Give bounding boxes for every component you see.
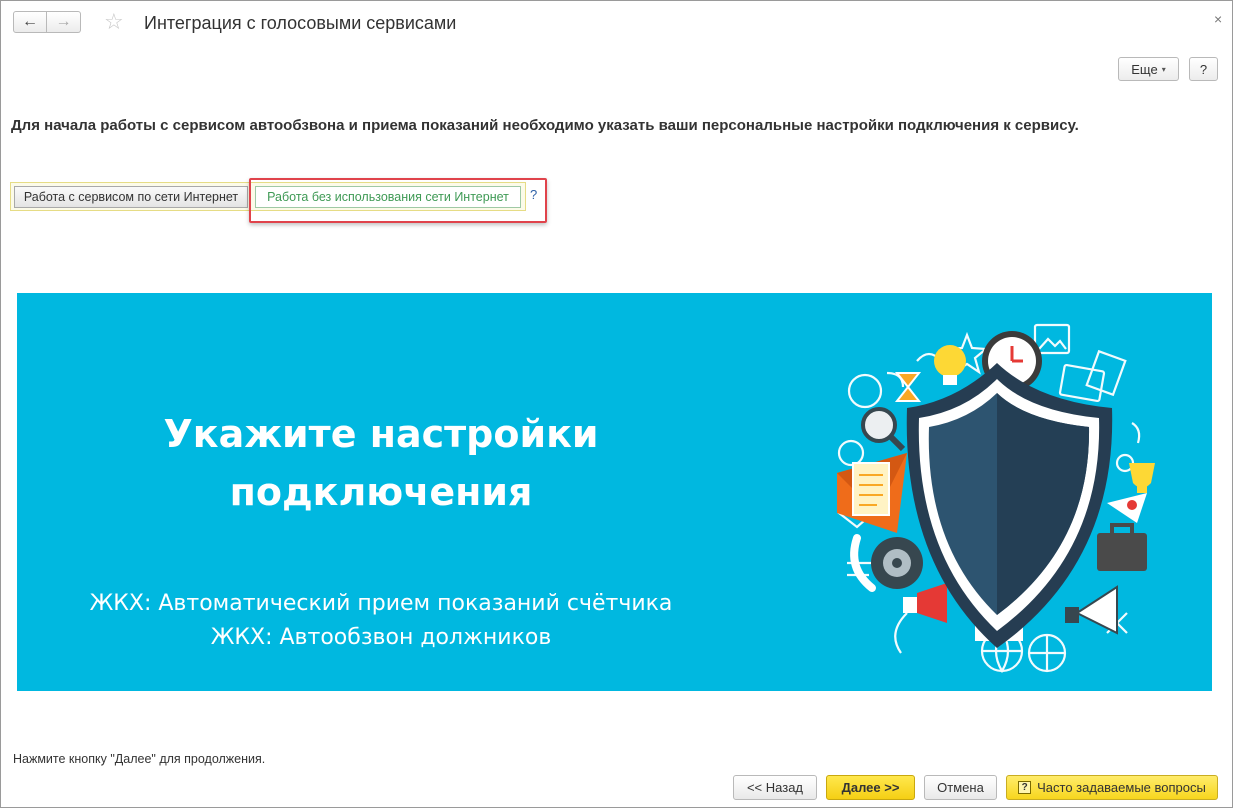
gear-doodle-icon [837,439,865,467]
arrow-right-icon: → [55,13,72,30]
banner-subtitle-line2: ЖКХ: Автообзвон должников [210,625,552,650]
back-button[interactable]: << Назад [733,775,817,800]
magnifier-icon [861,407,906,452]
rocket-icon [1107,493,1147,523]
security-shield-illustration [837,323,1155,674]
mode-internet-button[interactable]: Работа с сервисом по сети Интернет [14,186,248,208]
banner-subtitle-line1: ЖКХ: Автоматический прием показаний счёт… [89,591,673,616]
banner-heading-line1: Укажите настройки [163,412,599,456]
integration-window: ← → ☆ Интеграция с голосовыми сервисами … [0,0,1233,808]
intro-text: Для начала работы с сервисом автообзвона… [11,117,1079,134]
briefcase-icon [1097,523,1147,571]
history-nav: ← → [13,11,81,33]
close-icon[interactable]: × [1214,11,1222,27]
banner-image: Укажите настройки подключения ЖКХ: Автом… [17,293,1212,691]
help-button[interactable]: ? [1189,57,1218,81]
caret-down-icon: ▾ [1161,64,1166,74]
question-icon: ? [1018,781,1032,794]
arrow-left-icon: ← [22,13,38,30]
picture-mountain-icon [1038,337,1067,350]
more-menu-button[interactable]: Еще ▾ [1118,57,1179,81]
highlight-annotation [249,178,547,223]
megaphone-red-icon [903,583,947,623]
calendar-doodle-icon [1058,363,1106,403]
window-title: Интеграция с голосовыми сервисами [144,13,457,33]
banner-heading-line2: подключения [229,470,533,514]
document-doodle-icon [1085,349,1127,397]
light-bulb-icon [934,345,966,385]
clipboard-icon [852,462,890,516]
more-menu-label: Еще [1131,61,1158,77]
faq-label: Часто задаваемые вопросы [1037,780,1206,795]
cancel-button[interactable]: Отмена [924,775,997,800]
next-button[interactable]: Далее >> [826,775,915,800]
megaphone-icon [1065,585,1118,635]
hourglass-icon [894,372,922,402]
chat-bubble-doodle-icon [847,373,883,409]
forward-arrow-button[interactable]: → [47,11,81,33]
trophy-icon [1129,463,1155,493]
back-arrow-button[interactable]: ← [13,11,47,33]
continue-hint: Нажмите кнопку "Далее" для продолжения. [13,752,266,766]
pencil-doodle-icon [894,612,908,654]
faq-button[interactable]: ? Часто задаваемые вопросы [1006,775,1218,800]
favorite-star-icon[interactable]: ☆ [104,10,124,34]
curve-doodle-icon [1131,422,1141,444]
